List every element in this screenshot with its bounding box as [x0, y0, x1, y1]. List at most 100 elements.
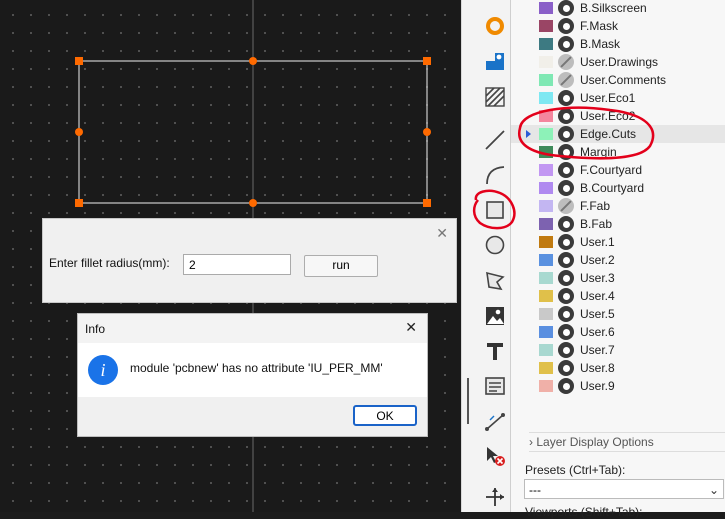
layer-row[interactable]: User.8: [511, 359, 725, 377]
midpoint-handle[interactable]: [423, 128, 431, 136]
midpoint-handle[interactable]: [75, 128, 83, 136]
fillet-radius-input[interactable]: [183, 254, 291, 275]
layer-row[interactable]: User.9: [511, 377, 725, 395]
layer-row[interactable]: B.Courtyard: [511, 179, 725, 197]
layer-display-options-toggle[interactable]: › Layer Display Options: [529, 432, 725, 452]
eye-icon[interactable]: [558, 18, 574, 34]
layer-row[interactable]: User.7: [511, 341, 725, 359]
layer-color-swatch[interactable]: [539, 38, 553, 50]
eye-icon[interactable]: [558, 162, 574, 178]
layer-color-swatch[interactable]: [539, 146, 553, 158]
eye-icon[interactable]: [558, 288, 574, 304]
fillet-radius-label: Enter fillet radius(mm):: [49, 256, 170, 270]
eye-hidden-icon[interactable]: [558, 198, 574, 214]
run-button[interactable]: run: [304, 255, 378, 277]
eye-icon[interactable]: [558, 108, 574, 124]
eye-icon[interactable]: [558, 180, 574, 196]
eye-icon[interactable]: [558, 216, 574, 232]
corner-handle[interactable]: [75, 57, 83, 65]
midpoint-handle[interactable]: [249, 199, 257, 207]
layer-color-swatch[interactable]: [539, 362, 553, 374]
presets-select[interactable]: --- ⌄: [524, 479, 724, 499]
layer-row[interactable]: B.Silkscreen: [511, 0, 725, 17]
layer-color-swatch[interactable]: [539, 164, 553, 176]
eye-icon[interactable]: [558, 342, 574, 358]
layer-row[interactable]: User.Drawings: [511, 53, 725, 71]
layer-row[interactable]: User.2: [511, 251, 725, 269]
textbox-icon[interactable]: [482, 373, 508, 399]
layer-color-swatch[interactable]: [539, 20, 553, 32]
layer-row[interactable]: B.Mask: [511, 35, 725, 53]
eye-icon[interactable]: [558, 234, 574, 250]
eye-icon[interactable]: [558, 270, 574, 286]
layer-row[interactable]: F.Fab: [511, 197, 725, 215]
layer-color-swatch[interactable]: [539, 92, 553, 104]
layer-row[interactable]: F.Courtyard: [511, 161, 725, 179]
layer-row[interactable]: User.5: [511, 305, 725, 323]
arc-icon[interactable]: [482, 162, 508, 188]
layer-row[interactable]: User.Eco1: [511, 89, 725, 107]
corner-handle[interactable]: [75, 199, 83, 207]
layer-color-swatch[interactable]: [539, 56, 553, 68]
eye-icon[interactable]: [558, 252, 574, 268]
eye-icon[interactable]: [558, 378, 574, 394]
eye-icon[interactable]: [558, 360, 574, 376]
midpoint-handle[interactable]: [249, 57, 257, 65]
layer-row[interactable]: User.3: [511, 269, 725, 287]
eye-icon[interactable]: [558, 324, 574, 340]
circle-icon[interactable]: [482, 232, 508, 258]
eye-icon[interactable]: [558, 36, 574, 52]
layer-name: Edge.Cuts: [580, 127, 637, 141]
layer-color-swatch[interactable]: [539, 308, 553, 320]
layer-color-swatch[interactable]: [539, 290, 553, 302]
layer-row[interactable]: User.Comments: [511, 71, 725, 89]
image-icon[interactable]: [482, 303, 508, 329]
eye-icon[interactable]: [558, 126, 574, 142]
layer-color-swatch[interactable]: [539, 272, 553, 284]
close-icon[interactable]: ✕: [405, 319, 417, 336]
layer-row[interactable]: Margin: [511, 143, 725, 161]
text-icon[interactable]: [482, 338, 508, 364]
layer-color-swatch[interactable]: [539, 236, 553, 248]
layer-row[interactable]: User.Eco2: [511, 107, 725, 125]
layer-color-swatch[interactable]: [539, 182, 553, 194]
layer-row[interactable]: User.6: [511, 323, 725, 341]
layer-row[interactable]: B.Fab: [511, 215, 725, 233]
line-icon[interactable]: [482, 127, 508, 153]
dimension-icon[interactable]: [482, 408, 508, 434]
close-icon[interactable]: ✕: [436, 225, 448, 242]
layer-row[interactable]: User.1: [511, 233, 725, 251]
toolbar-scrollbar[interactable]: [467, 378, 469, 424]
eye-icon[interactable]: [558, 306, 574, 322]
layer-color-swatch[interactable]: [539, 2, 553, 14]
layer-row[interactable]: Edge.Cuts: [511, 125, 725, 143]
corner-handle[interactable]: [423, 199, 431, 207]
layer-color-swatch[interactable]: [539, 254, 553, 266]
rectangle-icon[interactable]: [482, 197, 508, 223]
eye-hidden-icon[interactable]: [558, 54, 574, 70]
pad-icon[interactable]: [482, 13, 508, 39]
footprint-icon[interactable]: [482, 48, 508, 74]
corner-handle[interactable]: [423, 57, 431, 65]
layer-row[interactable]: F.Mask: [511, 17, 725, 35]
eye-icon[interactable]: [558, 144, 574, 160]
layer-color-swatch[interactable]: [539, 128, 553, 140]
layer-color-swatch[interactable]: [539, 326, 553, 338]
eye-hidden-icon[interactable]: [558, 72, 574, 88]
eye-icon[interactable]: [558, 90, 574, 106]
layer-color-swatch[interactable]: [539, 218, 553, 230]
ok-button[interactable]: OK: [353, 405, 417, 426]
layer-color-swatch[interactable]: [539, 74, 553, 86]
layer-color-swatch[interactable]: [539, 200, 553, 212]
layer-row[interactable]: User.4: [511, 287, 725, 305]
layer-color-swatch[interactable]: [539, 380, 553, 392]
eye-icon[interactable]: [558, 0, 574, 16]
zone-icon[interactable]: [482, 84, 508, 110]
layer-name: User.2: [580, 253, 615, 267]
layers-panel: B.Silkscreen F.Mask B.Mask User.Drawings Use…: [510, 0, 725, 519]
polygon-icon[interactable]: [482, 267, 508, 293]
delete-icon[interactable]: [482, 443, 508, 469]
origin-icon[interactable]: [482, 484, 508, 510]
layer-color-swatch[interactable]: [539, 110, 553, 122]
layer-color-swatch[interactable]: [539, 344, 553, 356]
